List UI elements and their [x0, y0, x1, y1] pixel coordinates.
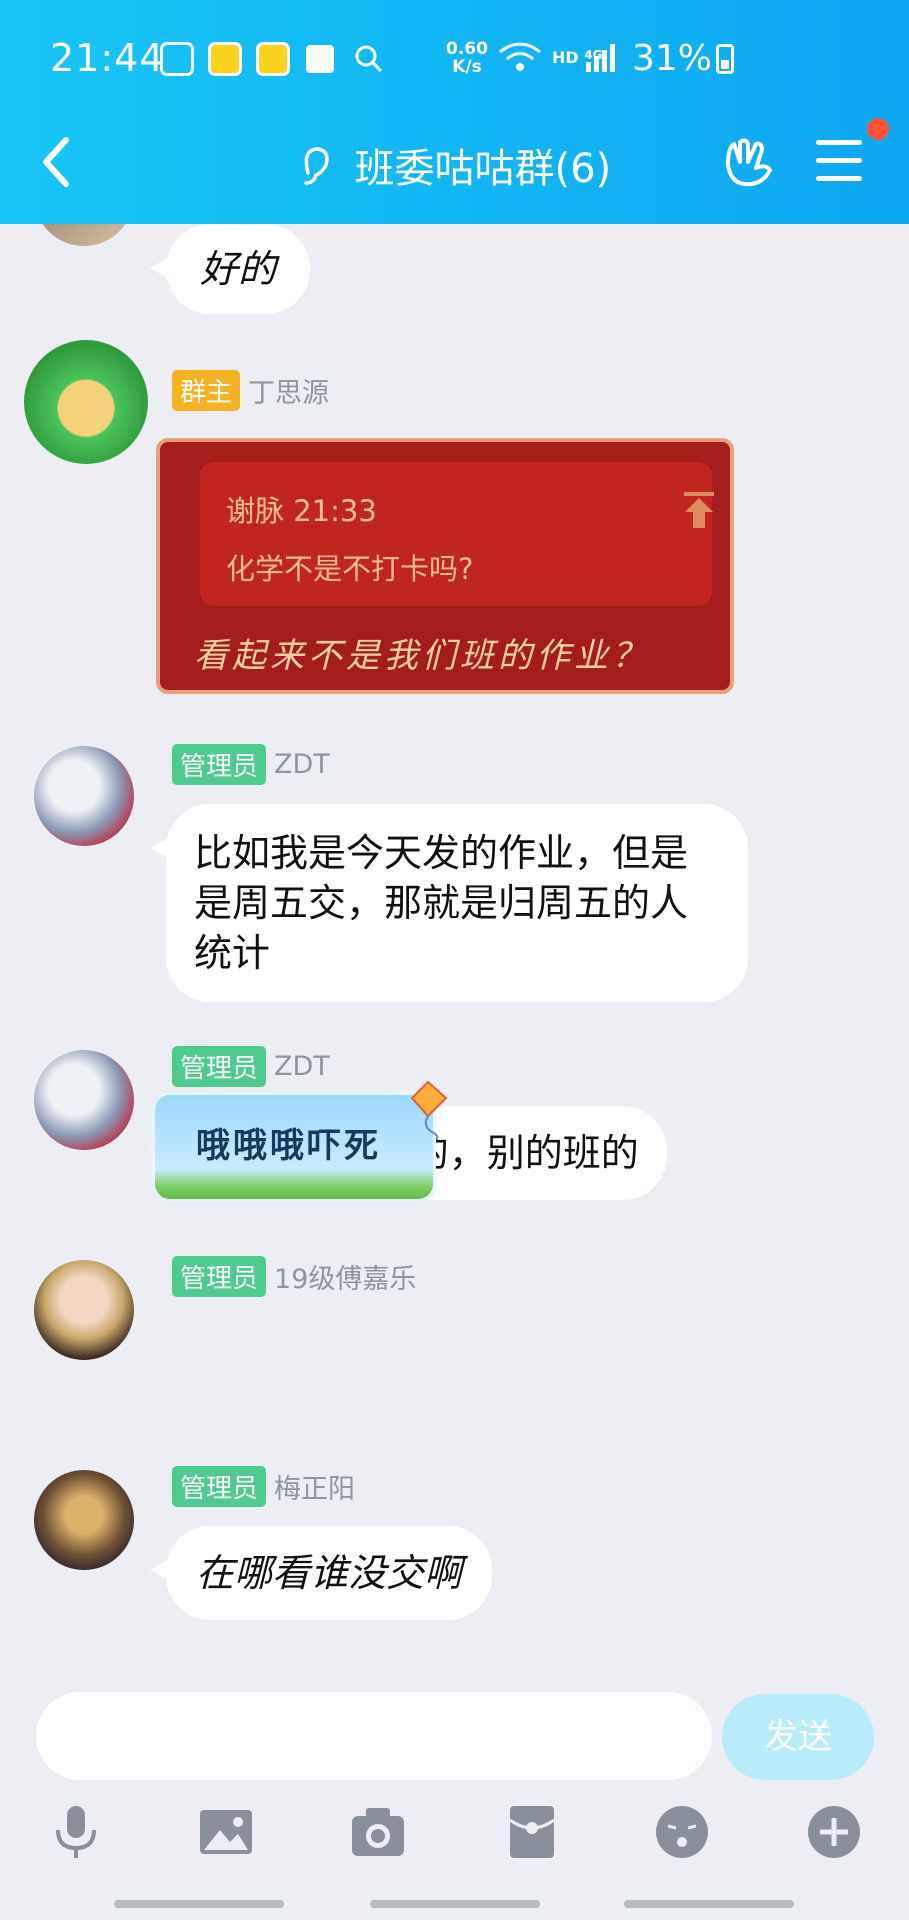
camera-icon[interactable]: [348, 1802, 408, 1862]
admin-badge: 管理员: [172, 1466, 267, 1507]
task-icon: [306, 45, 334, 73]
nav-gesture-bar[interactable]: [114, 1900, 284, 1908]
sender-name[interactable]: ZDT: [274, 1051, 330, 1082]
red-packet-icon[interactable]: [502, 1802, 562, 1862]
status-time: 21:44: [50, 36, 165, 80]
owner-badge: 群主: [172, 370, 241, 411]
message-input[interactable]: [36, 1692, 712, 1780]
plus-icon[interactable]: [804, 1802, 864, 1862]
search-icon: [355, 45, 383, 73]
message-list[interactable]: 好的 群主 丁思源 谢脉 21:33 化学不是不打卡吗? 看起来不是我们班的作业…: [0, 224, 909, 1674]
reply-quote: 化学不是不打卡吗?: [226, 552, 474, 586]
avatar[interactable]: [34, 1470, 134, 1570]
image-icon[interactable]: [196, 1802, 256, 1862]
admin-badge: 管理员: [172, 1046, 267, 1087]
sender-name[interactable]: 19级傅嘉乐: [274, 1257, 416, 1296]
reply-reference: 谢脉 21:33: [226, 494, 377, 528]
microphone-icon[interactable]: [46, 1802, 106, 1862]
sender-name[interactable]: 梅正阳: [274, 1467, 355, 1506]
quoted-reply[interactable]: 谢脉 21:33 化学不是不打卡吗?: [200, 462, 714, 606]
nav-gesture-bar[interactable]: [624, 1900, 794, 1908]
app-notification-icon: [160, 42, 194, 76]
avatar[interactable]: [34, 746, 134, 846]
avatar[interactable]: [24, 340, 148, 464]
sender-line: 管理员 ZDT: [172, 744, 330, 785]
admin-badge: 管理员: [172, 1256, 267, 1297]
decorated-message-bubble[interactable]: 哦哦哦吓死: [152, 1092, 436, 1202]
jump-to-quote-icon[interactable]: [682, 490, 716, 530]
reply-message-card[interactable]: 谢脉 21:33 化学不是不打卡吗? 看起来不是我们班的作业？: [156, 438, 734, 694]
signal-icon: [586, 44, 615, 72]
send-button[interactable]: 发送: [722, 1694, 874, 1780]
message-text: 哦哦哦吓死: [196, 1126, 381, 1166]
sender-line: 管理员 ZDT: [172, 1046, 330, 1087]
sender-name[interactable]: ZDT: [274, 749, 330, 780]
avatar[interactable]: [34, 1260, 134, 1360]
check-notification-icon: [208, 42, 242, 76]
message-line: 统计: [194, 931, 271, 975]
message-bubble[interactable]: 比如我是今天发的作业，但是 是周五交，那就是归周五的人 统计: [150, 804, 748, 1002]
nav-gesture-bar[interactable]: [370, 1900, 540, 1908]
check-notification-icon: [256, 42, 290, 76]
sender-line: 管理员 梅正阳: [172, 1466, 355, 1507]
ear-icon: [304, 147, 329, 185]
sender-line: 群主 丁思源: [172, 370, 329, 411]
sender-name[interactable]: 丁思源: [248, 371, 329, 410]
sender-line: 管理员 19级傅嘉乐: [172, 1256, 416, 1297]
message-bubble[interactable]: 好的: [149, 224, 311, 314]
wifi-icon: [499, 42, 541, 71]
net-speed: 0.60 K/s: [446, 39, 488, 77]
battery-percent: 31%: [632, 38, 713, 79]
battery-icon: [716, 44, 734, 74]
message-text: 看起来不是我们班的作业？: [194, 636, 650, 676]
notification-dot: [867, 118, 889, 140]
admin-badge: 管理员: [172, 744, 267, 785]
avatar[interactable]: [34, 1050, 134, 1150]
message-line: 比如我是今天发的作业，但是: [194, 831, 689, 875]
avatar[interactable]: [34, 224, 134, 246]
kite-decoration-icon: [410, 1080, 448, 1140]
message-line: 是周五交，那就是归周五的人: [194, 881, 689, 925]
app-header: 21:44 0.60 K/s HD 4G 31% 班委咕咕群(6): [0, 0, 909, 224]
chat-title[interactable]: 班委咕咕群(6): [355, 146, 612, 192]
menu-button[interactable]: [816, 140, 862, 182]
message-bubble[interactable]: 在哪看谁没交啊: [149, 1526, 493, 1620]
status-bar: 21:44 0.60 K/s HD 4G 31%: [0, 0, 909, 120]
input-bar: 发送: [0, 1674, 909, 1920]
hand-gesture-icon[interactable]: [722, 134, 774, 188]
emoji-icon[interactable]: [652, 1802, 712, 1862]
